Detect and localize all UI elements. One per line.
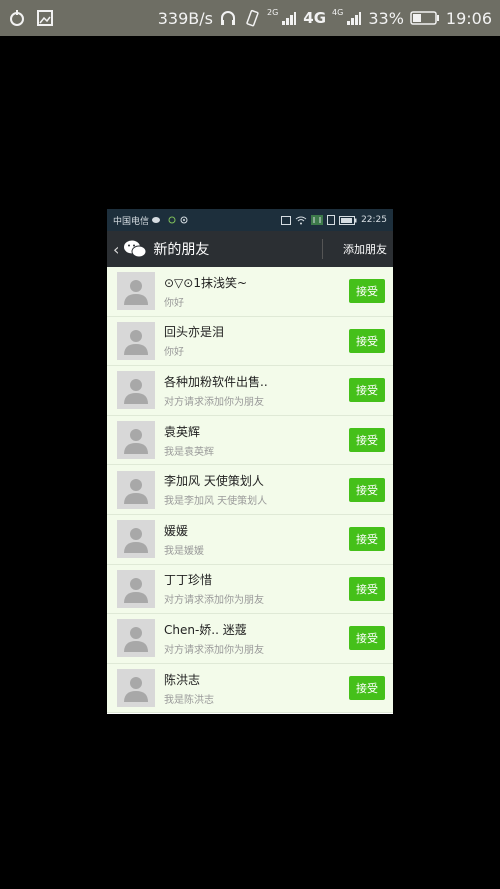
friend-request-row: 李加风 天使策划人 我是李加风 天使策划人 接受 <box>107 465 393 515</box>
carrier-label: 中国电信 <box>113 216 150 227</box>
friend-request-row: 回头亦是泪 你好 接受 <box>107 317 393 367</box>
friend-request-row: ⊙▽⊙1抹浅笑~ 你好 接受 <box>107 267 393 317</box>
request-message: 你好 <box>164 347 184 359</box>
settings-small-icon <box>180 216 188 224</box>
request-message: 我是袁英辉 <box>164 446 214 458</box>
friend-request-row: 袁英辉 我是袁英辉 接受 <box>107 416 393 466</box>
outer-status-bar: 339B/s 2G 4G 4G 33% 19:06 <box>0 0 500 36</box>
accept-button[interactable]: 接受 <box>349 477 385 502</box>
accept-button[interactable]: 接受 <box>349 378 385 403</box>
request-text: 各种加粉软件出售.. 对方请求添加你为朋友 <box>164 373 349 408</box>
sim-icon <box>327 215 336 225</box>
image-icon <box>36 9 54 27</box>
status-time: 19:06 <box>445 8 492 28</box>
avatar-icon <box>117 569 155 608</box>
avatar-icon <box>117 669 155 708</box>
app-header: ‹ 新的朋友 添加朋友 <box>107 231 393 267</box>
network-4g-small-label: 4G <box>332 7 344 17</box>
inner-status-bar: 中国电信 22:25 <box>107 209 393 231</box>
avatar-icon <box>117 470 155 509</box>
friend-request-list: ⊙▽⊙1抹浅笑~ 你好 接受 回头亦是泪 你好 接受 各种加粉软件出售.. 对方… <box>107 267 393 714</box>
avatar-icon <box>117 272 155 311</box>
request-text: 袁英辉 我是袁英辉 <box>164 423 349 458</box>
nfc-icon <box>281 215 292 225</box>
friend-request-row: 各种加粉软件出售.. 对方请求添加你为朋友 接受 <box>107 366 393 416</box>
friend-request-row: Chen-娇.. 迷蔻 对方请求添加你为朋友 接受 <box>107 614 393 664</box>
accept-button[interactable]: 接受 <box>349 626 385 651</box>
friend-name: 陈洪志 <box>164 672 201 687</box>
wechat-small-icon <box>152 216 162 224</box>
data-icon <box>311 215 324 225</box>
avatar-icon <box>117 321 155 360</box>
accept-button[interactable]: 接受 <box>349 428 385 453</box>
request-text: 回头亦是泪 你好 <box>164 323 349 358</box>
request-message: 对方请求添加你为朋友 <box>164 644 264 656</box>
network-4g-label: 4G <box>303 9 327 27</box>
friend-request-row: 媛媛 我是媛媛 接受 <box>107 515 393 565</box>
accept-button[interactable]: 接受 <box>349 527 385 552</box>
request-message: 对方请求添加你为朋友 <box>164 595 264 607</box>
request-text: 丁丁珍惜 对方请求添加你为朋友 <box>164 571 349 606</box>
notification-icon <box>168 216 176 224</box>
accept-button[interactable]: 接受 <box>349 328 385 353</box>
avatar-icon <box>117 371 155 410</box>
avatar-icon <box>117 520 155 559</box>
friend-name: 媛媛 <box>164 523 189 538</box>
request-message: 我是媛媛 <box>164 545 204 557</box>
avatar-icon <box>117 421 155 460</box>
request-text: 李加风 天使策划人 我是李加风 天使策划人 <box>164 472 349 507</box>
inner-time: 22:25 <box>361 215 387 225</box>
wechat-logo-icon <box>123 239 147 259</box>
friend-name: 丁丁珍惜 <box>164 573 213 588</box>
wifi-icon <box>295 216 307 225</box>
friend-name: ⊙▽⊙1抹浅笑~ <box>164 275 248 290</box>
friend-name: 各种加粉软件出售.. <box>164 374 268 389</box>
inner-battery-icon <box>339 215 357 225</box>
friend-name: 袁英辉 <box>164 424 201 439</box>
friend-name: 李加风 天使策划人 <box>164 474 264 489</box>
request-message: 对方请求添加你为朋友 <box>164 396 264 408</box>
network-2g-label: 2G <box>266 7 279 17</box>
signal-icon-2 <box>346 10 362 26</box>
avatar-icon <box>117 619 155 658</box>
net-speed: 339B/s <box>157 8 213 28</box>
battery-icon <box>410 11 440 25</box>
friend-name: Chen-娇.. 迷蔻 <box>164 622 247 637</box>
page-title: 新的朋友 <box>153 242 210 258</box>
request-text: 媛媛 我是媛媛 <box>164 522 349 557</box>
back-button[interactable]: ‹ <box>113 240 119 259</box>
request-message: 我是李加风 天使策划人 <box>164 496 268 508</box>
add-friend-button[interactable]: 添加朋友 <box>343 241 387 257</box>
friend-name: 回头亦是泪 <box>164 325 225 340</box>
request-message: 我是陈洪志 <box>164 694 214 706</box>
sync-icon <box>8 9 26 27</box>
friend-request-row: 丁丁珍惜 对方请求添加你为朋友 接受 <box>107 565 393 615</box>
vibrate-icon <box>243 9 261 27</box>
request-message: 你好 <box>164 297 184 309</box>
request-text: 陈洪志 我是陈洪志 <box>164 671 349 706</box>
embedded-screenshot: 中国电信 22:25 ‹ 新的朋友 添加朋友 ⊙▽⊙1抹浅笑~ 你好 接受 回头… <box>107 209 393 714</box>
friend-request-row: 陈洪志 我是陈洪志 接受 <box>107 664 393 714</box>
header-divider <box>322 239 323 259</box>
request-text: Chen-娇.. 迷蔻 对方请求添加你为朋友 <box>164 621 349 656</box>
accept-button[interactable]: 接受 <box>349 676 385 701</box>
battery-percent: 33% <box>368 8 404 28</box>
accept-button[interactable]: 接受 <box>349 576 385 601</box>
signal-icon <box>281 10 297 26</box>
accept-button[interactable]: 接受 <box>349 279 385 304</box>
headphones-icon <box>219 9 237 27</box>
request-text: ⊙▽⊙1抹浅笑~ 你好 <box>164 274 349 309</box>
